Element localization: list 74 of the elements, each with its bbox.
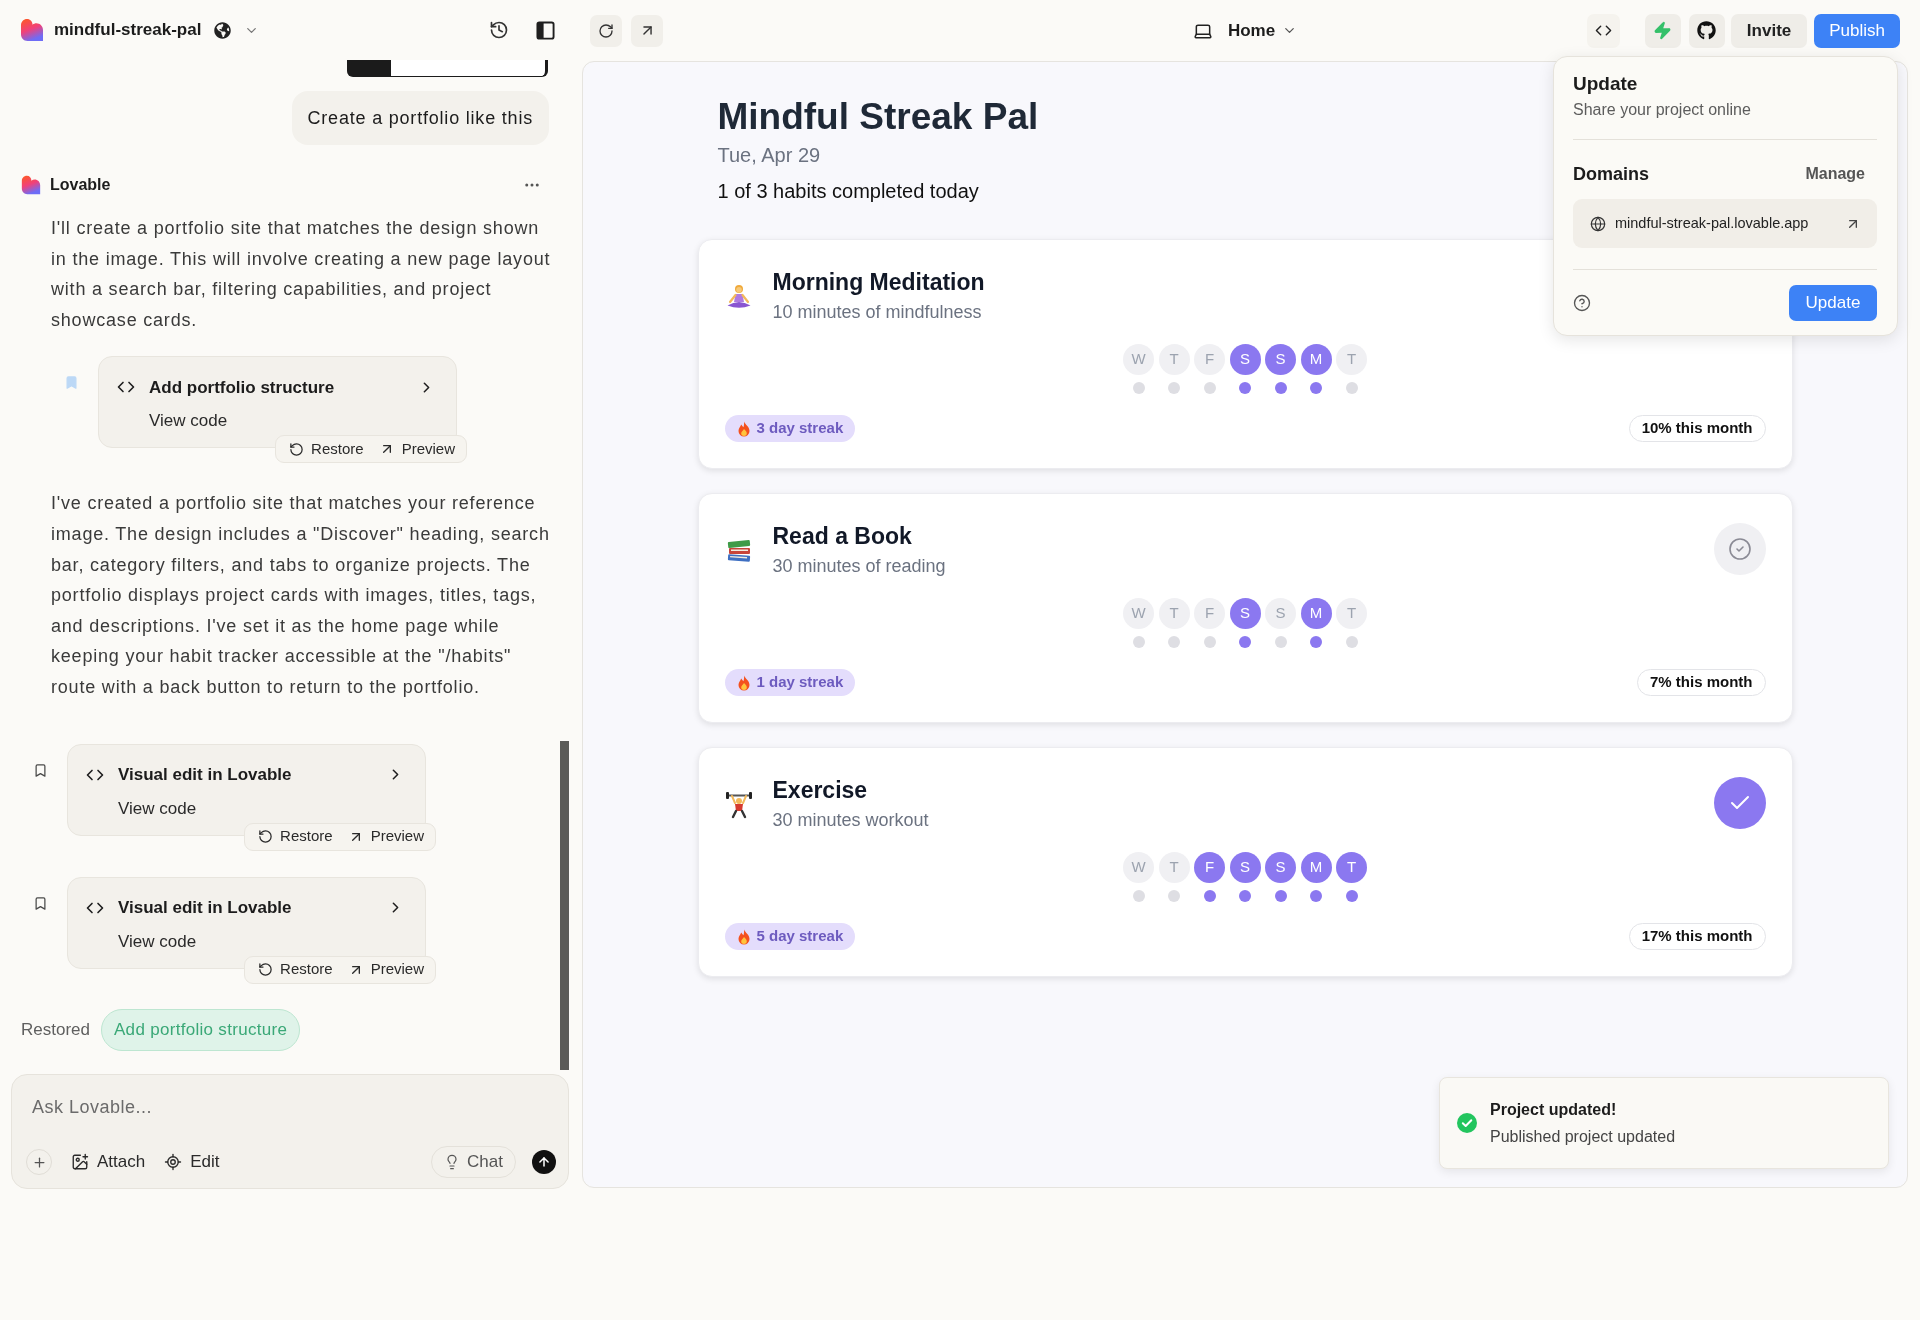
page-selector[interactable]: Home xyxy=(1192,17,1298,44)
scrollbar-thumb[interactable] xyxy=(560,741,569,1070)
streak-text: 5 day streak xyxy=(756,926,844,947)
toast-title: Project updated! xyxy=(1490,1099,1617,1120)
send-button[interactable] xyxy=(532,1150,556,1174)
completion-summary: 1 of 3 habits completed today xyxy=(717,179,979,204)
habit-title: Read a Book xyxy=(772,522,912,551)
streak-text: 1 day streak xyxy=(756,672,844,693)
update-button[interactable]: Update xyxy=(1789,285,1877,321)
publish-button[interactable]: Publish xyxy=(1814,13,1900,48)
habit-subtitle: 30 minutes of reading xyxy=(772,555,946,578)
globe-icon xyxy=(1590,215,1606,232)
restore-icon xyxy=(289,441,305,457)
sidebar-toggle-icon[interactable] xyxy=(536,20,555,40)
domain-row[interactable]: mindful-streak-pal.lovable.app xyxy=(1573,199,1877,248)
bolt-icon xyxy=(1653,21,1673,40)
restored-version-chip[interactable]: Add portfolio structure xyxy=(101,1008,301,1051)
weightlifter-icon xyxy=(724,790,753,819)
view-code-link[interactable]: View code xyxy=(149,411,228,431)
popover-subtitle: Share your project online xyxy=(1573,100,1751,120)
view-code-link[interactable]: View code xyxy=(118,798,197,818)
image-thumbnail[interactable] xyxy=(347,60,548,77)
assistant-message: I've created a portfolio site that matches your reference image. The design includes a "Discover" heading, search bar, category filters, and tabs to organize projects. The portfolio displays project cards with images, titles, tags, and descriptions. I've set it as the home page while keeping your habit tracker accessible at the "/habits" route with a back button to return to the portfolio. xyxy=(51,492,551,699)
code-view-button[interactable] xyxy=(1586,13,1620,48)
habit-subtitle: 30 minutes workout xyxy=(772,809,929,832)
monthly-progress-badge: 7% this month xyxy=(1637,669,1766,696)
version-title: Add portfolio structure xyxy=(149,376,335,399)
circle-check-icon xyxy=(1727,537,1752,561)
habit-title: Exercise xyxy=(772,776,868,805)
habit-title: Morning Meditation xyxy=(772,268,985,297)
assistant-name: Lovable xyxy=(50,175,111,195)
restore-icon xyxy=(258,829,274,845)
attach-button[interactable]: Attach xyxy=(71,1149,146,1175)
domains-heading: Domains xyxy=(1573,162,1650,186)
restore-icon xyxy=(258,962,274,978)
target-icon xyxy=(164,1153,183,1171)
view-code-link[interactable]: View code xyxy=(118,931,197,951)
github-button[interactable] xyxy=(1688,13,1725,48)
edit-button[interactable]: Edit xyxy=(164,1149,220,1175)
manage-button[interactable]: Manage xyxy=(1805,162,1865,186)
meditating-person-icon xyxy=(724,282,753,311)
version-title: Visual edit in Lovable xyxy=(118,896,292,919)
github-icon xyxy=(1697,21,1717,40)
chat-input[interactable]: Ask Lovable... xyxy=(32,1094,548,1120)
streak-text: 3 day streak xyxy=(756,418,844,439)
restored-label: Restored xyxy=(21,1018,90,1041)
heart-logo-icon xyxy=(20,18,44,42)
app-title: Mindful Streak Pal xyxy=(717,95,1039,139)
flame-icon xyxy=(736,928,751,945)
assistant-message: I'll create a portfolio site that matches the design shown in the image. This will involve creating a new page layout with a search bar, filtering capabilities, and project showcase cards. xyxy=(51,217,551,332)
monthly-progress-badge: 17% this month xyxy=(1628,923,1766,950)
history-icon[interactable] xyxy=(489,20,509,40)
plus-icon xyxy=(31,1154,47,1170)
open-external-button[interactable] xyxy=(631,14,663,47)
success-check-icon xyxy=(1457,1113,1477,1133)
image-plus-icon xyxy=(71,1153,89,1171)
help-icon[interactable] xyxy=(1573,294,1591,312)
heart-logo-icon xyxy=(21,175,41,195)
version-title: Visual edit in Lovable xyxy=(118,763,292,786)
invite-button[interactable]: Invite xyxy=(1730,13,1808,48)
monthly-progress-badge: 10% this month xyxy=(1628,415,1766,442)
refresh-icon xyxy=(598,22,614,39)
flame-icon xyxy=(736,420,751,437)
refresh-button[interactable] xyxy=(590,14,622,47)
domain-url: mindful-streak-pal.lovable.app xyxy=(1615,213,1809,233)
popover-title: Update xyxy=(1573,72,1638,96)
complete-toggle[interactable] xyxy=(1713,777,1766,829)
project-name[interactable]: mindful-streak-pal xyxy=(54,17,202,43)
date-text: Tue, Apr 29 xyxy=(717,143,821,168)
flame-icon xyxy=(736,674,751,691)
toast-message: Published project updated xyxy=(1490,1126,1676,1147)
user-message: Create a portfolio like this xyxy=(291,91,549,145)
habit-subtitle: 10 minutes of mindfulness xyxy=(772,301,982,324)
globe-icon[interactable] xyxy=(214,21,232,39)
